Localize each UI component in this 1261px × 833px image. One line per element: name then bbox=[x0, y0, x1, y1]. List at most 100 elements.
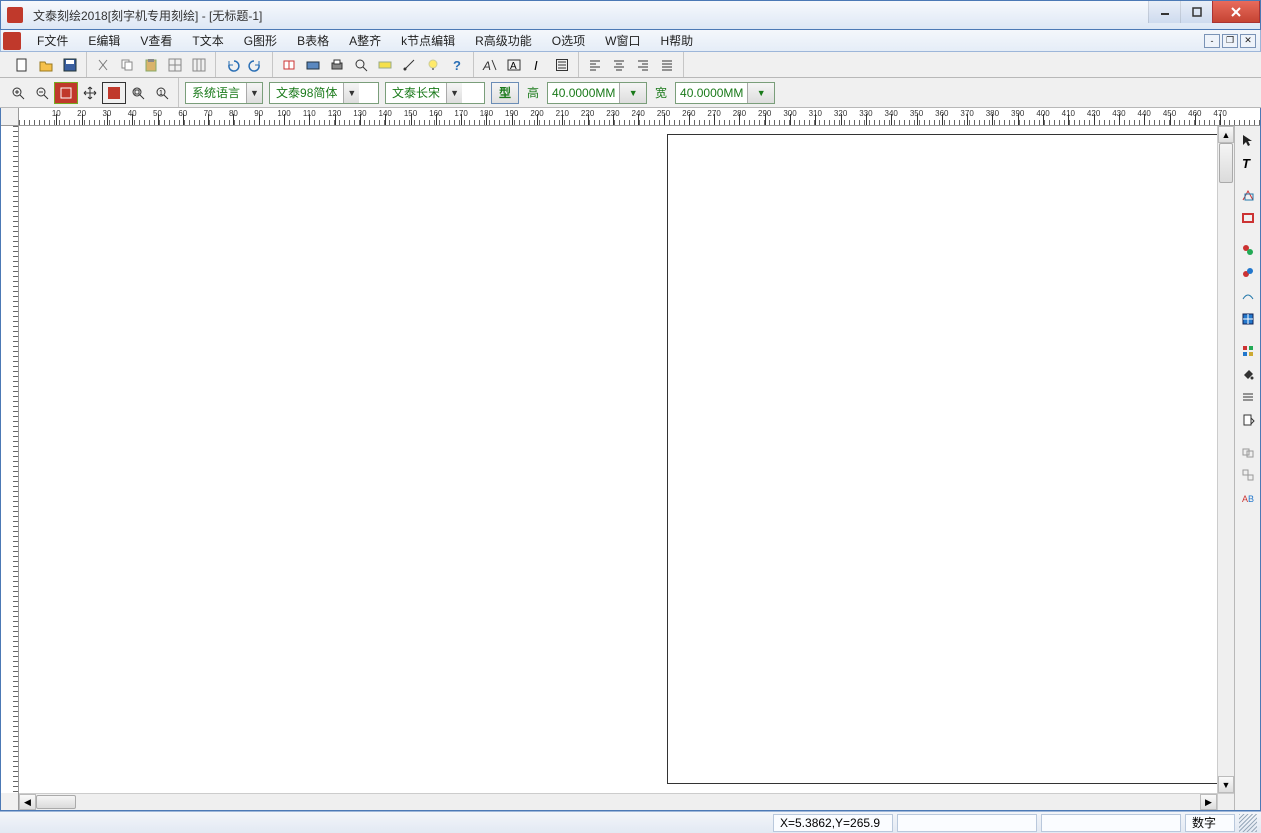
menu-item-3[interactable]: T文本 bbox=[182, 30, 233, 51]
align-justify-button[interactable] bbox=[655, 54, 679, 76]
group-tool[interactable] bbox=[1237, 442, 1259, 462]
horizontal-scrollbar[interactable]: ◀ ▶ bbox=[19, 793, 1217, 810]
text-fx-button[interactable]: A bbox=[478, 54, 502, 76]
chevron-down-icon: ▼ bbox=[343, 83, 359, 103]
scroll-down-arrow-icon[interactable]: ▼ bbox=[1218, 776, 1234, 793]
vertical-scrollbar[interactable]: ▲ ▼ bbox=[1217, 126, 1234, 793]
svg-text:I: I bbox=[534, 58, 538, 73]
new-file-button[interactable] bbox=[10, 54, 34, 76]
save-file-button[interactable] bbox=[58, 54, 82, 76]
chevron-down-icon: ▼ bbox=[619, 83, 646, 103]
lines-tool[interactable] bbox=[1237, 387, 1259, 407]
plotter-button[interactable] bbox=[301, 54, 325, 76]
maximize-button[interactable] bbox=[1180, 1, 1212, 23]
cut-button[interactable] bbox=[91, 54, 115, 76]
zoom-page-button[interactable] bbox=[126, 82, 150, 104]
menu-item-4[interactable]: G图形 bbox=[234, 30, 287, 51]
window-title: 文泰刻绘2018[刻字机专用刻绘] - [无标题-1] bbox=[29, 7, 1148, 24]
zoom-select-button[interactable] bbox=[102, 82, 126, 104]
preview-button[interactable] bbox=[349, 54, 373, 76]
canvas[interactable] bbox=[19, 126, 1217, 793]
minimize-button[interactable] bbox=[1148, 1, 1180, 23]
menu-item-0[interactable]: F文件 bbox=[27, 30, 78, 51]
zoom-fit-button[interactable] bbox=[54, 82, 78, 104]
scroll-left-arrow-icon[interactable]: ◀ bbox=[19, 794, 36, 810]
pointer-tool[interactable] bbox=[1237, 130, 1259, 150]
vertical-scroll-thumb[interactable] bbox=[1219, 143, 1233, 183]
width-label: 宽 bbox=[653, 84, 669, 101]
menu-item-2[interactable]: V查看 bbox=[130, 30, 182, 51]
color-grid-tool[interactable] bbox=[1237, 341, 1259, 361]
align-right-button[interactable] bbox=[631, 54, 655, 76]
undo-button[interactable] bbox=[220, 54, 244, 76]
language-value: 系统语言 bbox=[186, 84, 246, 101]
resize-grip-icon[interactable] bbox=[1239, 814, 1257, 832]
mdi-restore-button[interactable]: ❐ bbox=[1222, 34, 1238, 48]
chevron-down-icon: ▼ bbox=[246, 83, 262, 103]
measure-button[interactable] bbox=[397, 54, 421, 76]
scroll-up-arrow-icon[interactable]: ▲ bbox=[1218, 126, 1234, 143]
width-input[interactable]: 40.0000MM▼ bbox=[675, 82, 775, 104]
language-combo[interactable]: 系统语言▼ bbox=[185, 82, 263, 104]
horizontal-scroll-thumb[interactable] bbox=[36, 795, 76, 809]
menu-bar: F文件E编辑V查看T文本G图形B表格A整齐k节点编辑R高级功能O选项W窗口H帮助… bbox=[0, 30, 1261, 52]
status-coords: X=5.3862,Y=265.9 bbox=[773, 814, 893, 832]
ungroup-tool[interactable] bbox=[1237, 465, 1259, 485]
menu-item-6[interactable]: A整齐 bbox=[339, 30, 391, 51]
redo-button[interactable] bbox=[244, 54, 268, 76]
insert-tool[interactable] bbox=[1237, 410, 1259, 430]
font-type-button[interactable]: 型 bbox=[491, 82, 519, 104]
zoom-in-button[interactable] bbox=[6, 82, 30, 104]
text-justify-button[interactable] bbox=[550, 54, 574, 76]
scroll-right-arrow-icon[interactable]: ▶ bbox=[1200, 794, 1217, 810]
font-family-value: 文泰98简体 bbox=[270, 84, 343, 101]
tip-button[interactable] bbox=[421, 54, 445, 76]
grid2-button[interactable] bbox=[187, 54, 211, 76]
menu-item-10[interactable]: W窗口 bbox=[595, 30, 650, 51]
grid1-button[interactable] bbox=[163, 54, 187, 76]
menu-item-8[interactable]: R高级功能 bbox=[465, 30, 542, 51]
shape-tool[interactable] bbox=[1237, 185, 1259, 205]
menu-item-7[interactable]: k节点编辑 bbox=[391, 30, 465, 51]
table-tool[interactable] bbox=[1237, 309, 1259, 329]
align-center-button[interactable] bbox=[607, 54, 631, 76]
status-empty1 bbox=[897, 814, 1037, 832]
zoom-out-button[interactable] bbox=[30, 82, 54, 104]
ruler-button[interactable] bbox=[373, 54, 397, 76]
chevron-down-icon: ▼ bbox=[747, 83, 774, 103]
svg-text:B: B bbox=[1248, 494, 1254, 504]
menu-item-5[interactable]: B表格 bbox=[287, 30, 339, 51]
mdi-close-button[interactable]: ✕ bbox=[1240, 34, 1256, 48]
pan-button[interactable] bbox=[78, 82, 102, 104]
font-style-combo[interactable]: 文泰长宋▼ bbox=[385, 82, 485, 104]
wire-tool[interactable] bbox=[1237, 286, 1259, 306]
svg-text:1: 1 bbox=[159, 90, 163, 97]
open-file-button[interactable] bbox=[34, 54, 58, 76]
text-outline-button[interactable]: A bbox=[502, 54, 526, 76]
menu-item-9[interactable]: O选项 bbox=[542, 30, 595, 51]
zoom-actual-button[interactable]: 1 bbox=[150, 82, 174, 104]
align-left-button[interactable] bbox=[583, 54, 607, 76]
font-family-combo[interactable]: 文泰98简体▼ bbox=[269, 82, 379, 104]
italic-button[interactable]: I bbox=[526, 54, 550, 76]
status-mode: 数字 bbox=[1185, 814, 1235, 832]
pattern2-tool[interactable] bbox=[1237, 263, 1259, 283]
help-button[interactable]: ? bbox=[445, 54, 469, 76]
font-style-value: 文泰长宋 bbox=[386, 84, 446, 101]
print-button[interactable] bbox=[325, 54, 349, 76]
text-tool[interactable]: T bbox=[1237, 153, 1259, 173]
copy-button[interactable] bbox=[115, 54, 139, 76]
mdi-minimize-button[interactable]: ‐ bbox=[1204, 34, 1220, 48]
font-toolbar: 1 系统语言▼ 文泰98简体▼ 文泰长宋▼ 型 高 40.0000MM▼ 宽 4… bbox=[0, 78, 1261, 108]
export-button[interactable] bbox=[277, 54, 301, 76]
rect-tool[interactable] bbox=[1237, 208, 1259, 228]
height-input[interactable]: 40.0000MM▼ bbox=[547, 82, 647, 104]
ab-tool[interactable]: AB bbox=[1237, 488, 1259, 508]
paste-button[interactable] bbox=[139, 54, 163, 76]
menu-item-11[interactable]: H帮助 bbox=[650, 30, 703, 51]
svg-text:A: A bbox=[510, 61, 517, 72]
fill-tool[interactable] bbox=[1237, 364, 1259, 384]
pattern1-tool[interactable] bbox=[1237, 240, 1259, 260]
menu-item-1[interactable]: E编辑 bbox=[78, 30, 130, 51]
close-button[interactable] bbox=[1212, 1, 1260, 23]
